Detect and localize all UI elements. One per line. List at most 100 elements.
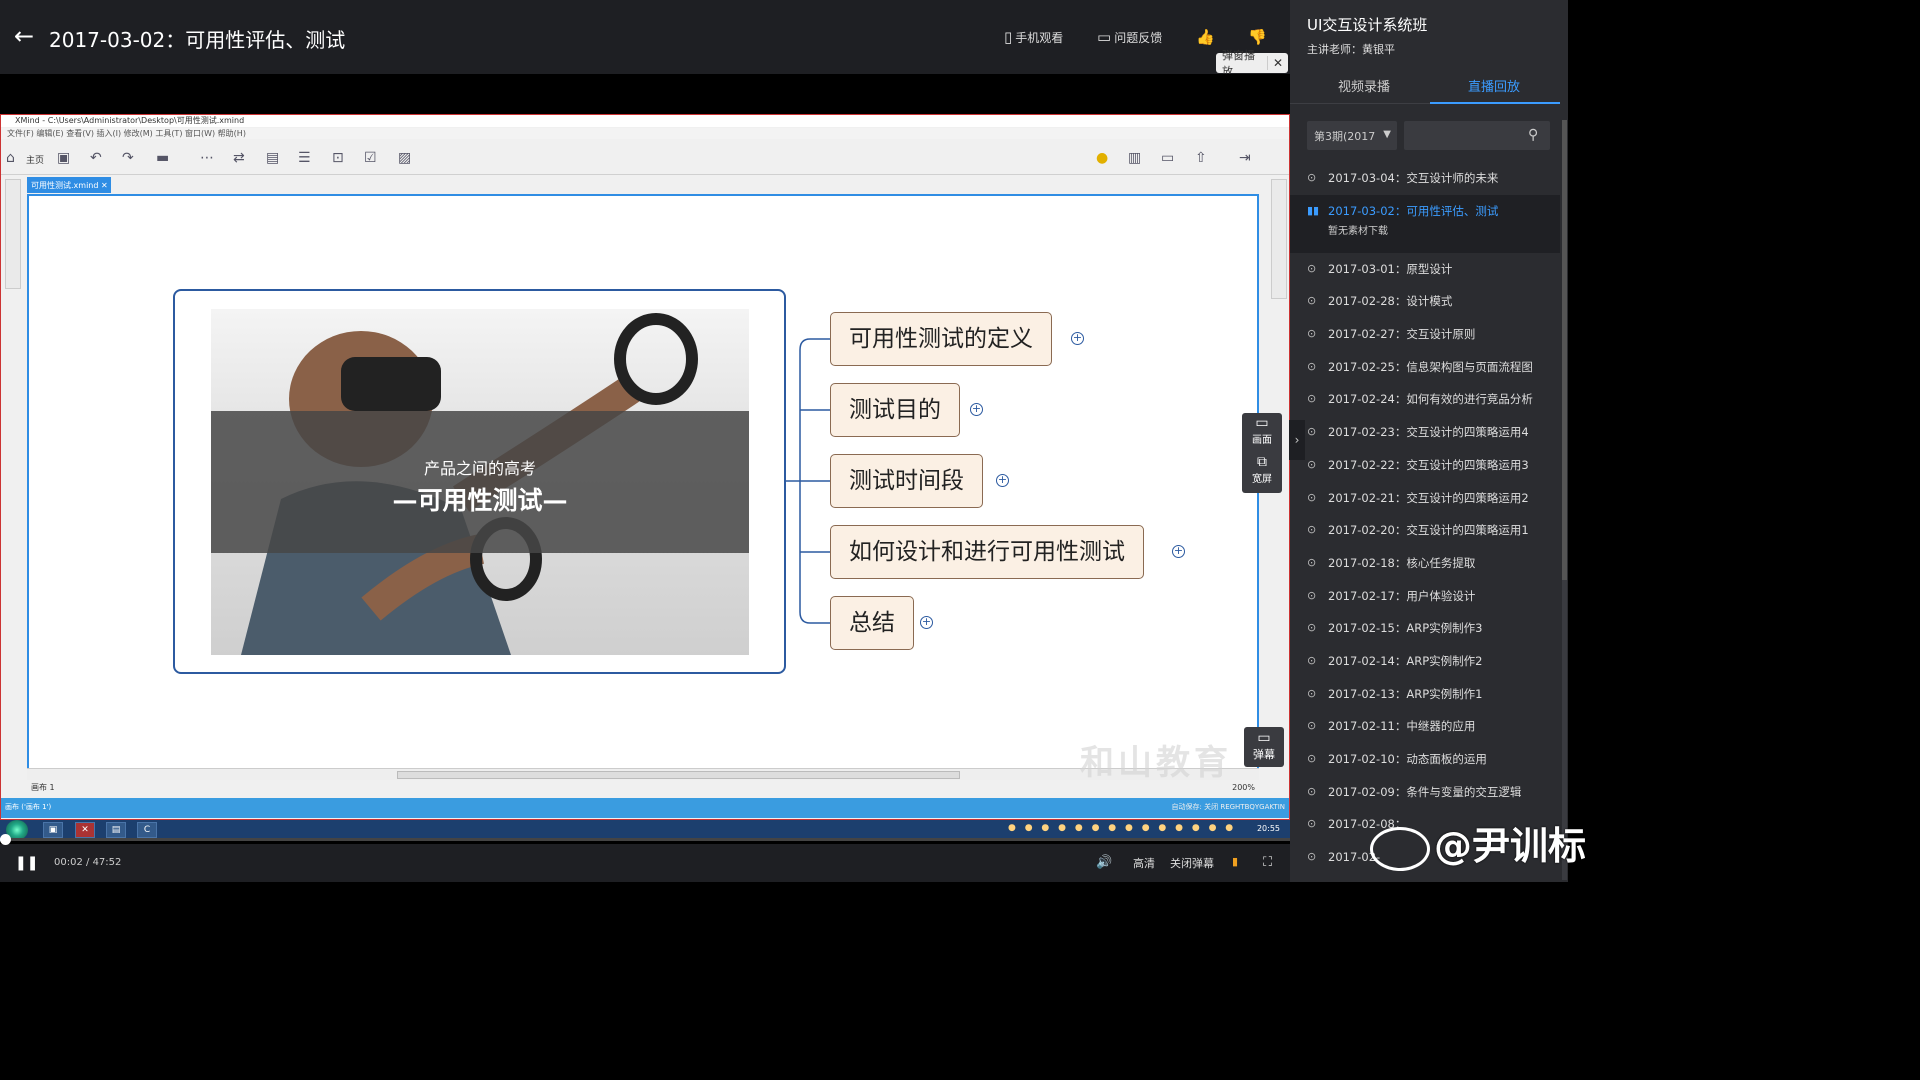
boundary-icon[interactable]: ▤ — [266, 150, 279, 166]
relationship-icon[interactable]: ⇄ — [233, 150, 245, 166]
list-item[interactable]: ⊙ 2017-02-20：交互设计的四策略运用1 — [1290, 514, 1560, 547]
list-item[interactable]: ⊙ 2017-02-27：交互设计原则 — [1290, 318, 1560, 351]
tab-live-replay[interactable]: 直播回放 — [1468, 76, 1520, 95]
home-icon[interactable]: ⌂ — [6, 150, 15, 166]
central-title: —可用性测试— — [392, 486, 568, 515]
document-tab[interactable]: 可用性测试.xmind ✕ — [27, 177, 111, 193]
play-circle-icon: ⊙ — [1307, 752, 1317, 765]
feedback-button[interactable]: ▭ 问题反馈 — [1097, 28, 1162, 46]
time-display: 00:02 / 47:52 — [54, 857, 122, 868]
play-circle-icon: ⊙ — [1307, 359, 1317, 373]
session-select[interactable]: 第3期(2017 ▼ — [1307, 121, 1397, 150]
search-icon[interactable]: ⚲ — [1528, 127, 1538, 143]
quality-button[interactable]: 高清 — [1133, 855, 1155, 871]
lesson-list: ⊙ 2017-03-04：交互设计师的未来 ▮▮ 2017-03-02：可用性评估、… — [1290, 162, 1560, 874]
save-icon[interactable]: ▣ — [57, 150, 70, 166]
taskbar-app-icon[interactable]: ▤ — [106, 822, 126, 838]
xmind-menu-bar[interactable]: 文件(F) 编辑(E) 查看(V) 插入(I) 修改(M) 工具(T) 窗口(W… — [1, 128, 1289, 139]
close-icon[interactable]: ✕ — [1266, 56, 1288, 70]
popup-play-tip[interactable]: 弹窗播放 ✕ — [1216, 49, 1288, 78]
signal-icon[interactable]: ▮ — [1232, 855, 1238, 868]
play-circle-icon: ⊙ — [1307, 523, 1317, 537]
image-icon[interactable]: ▨ — [398, 150, 411, 166]
play-circle-icon: ⊙ — [1307, 294, 1317, 308]
taskbar-app-icon[interactable]: ▣ — [43, 822, 63, 838]
view-mode-panel: ▭ 画面 ⧉ 宽屏 — [1242, 413, 1282, 493]
topic-how-to-test[interactable]: 如何设计和进行可用性测试 — [830, 525, 1144, 579]
list-item[interactable]: ⊙ 2017-02-09：条件与变量的交互逻辑 — [1290, 776, 1560, 809]
redo-icon[interactable]: ↷ — [122, 150, 134, 166]
collapse-sidebar-chevron-icon[interactable]: › — [1289, 420, 1305, 460]
list-item[interactable]: ⊙ 2017-02-21：交互设计的四策略运用2 — [1290, 482, 1560, 515]
callout-icon[interactable]: ⊡ — [332, 150, 344, 166]
list-item[interactable]: ⊙ 2017-02-14：ARP实例制作2 — [1290, 645, 1560, 678]
list-item[interactable]: ⊙ 2017-02-25：信息架构图与页面流程图 — [1290, 351, 1560, 384]
topic-summary[interactable]: 总结 — [830, 596, 914, 650]
bulb-icon[interactable]: ● — [1096, 150, 1108, 166]
sidebar-scroll-thumb[interactable] — [1562, 120, 1567, 580]
taskbar-app-icon[interactable]: C — [137, 822, 157, 838]
subtopic-icon[interactable]: ⋯ — [200, 150, 214, 166]
presentation-icon[interactable]: ▥ — [1128, 150, 1141, 166]
list-item[interactable]: ⊙ 2017-02-24：如何有效的进行竞品分析 — [1290, 383, 1560, 416]
tab-video-recordings[interactable]: 视频录播 — [1338, 76, 1390, 95]
list-item-active[interactable]: ▮▮ 2017-03-02：可用性评估、测试 暂无素材下载 — [1290, 194, 1560, 253]
expand-icon[interactable]: + — [970, 403, 983, 416]
undo-icon[interactable]: ↶ — [90, 150, 102, 166]
system-tray[interactable]: ● ● ● ● ● ● ● ● ● ● ● ● ● ● — [1008, 823, 1236, 833]
expand-icon[interactable]: + — [1172, 545, 1185, 558]
list-item[interactable]: ⊙ 2017-02-11：中继器的应用 — [1290, 710, 1560, 743]
close-danmu-button[interactable]: 关闭弹幕 — [1170, 855, 1214, 871]
summary-icon[interactable]: ☰ — [298, 150, 311, 166]
progress-knob[interactable] — [0, 834, 11, 845]
home-label[interactable]: 主页 — [26, 153, 44, 166]
xmind-toolbar: ⌂ 主页 ▣ ↶ ↷ ▬ ⋯ ⇄ ▤ ☰ ⊡ ☑ ▨ ● ▥ ▭ ⇧ ⇥ — [1, 143, 1289, 175]
dislike-button[interactable]: 👎 — [1248, 28, 1267, 46]
share-icon[interactable]: ⇧ — [1195, 150, 1207, 166]
topic-definition[interactable]: 可用性测试的定义 — [830, 312, 1052, 366]
export-icon[interactable]: ⇥ — [1239, 150, 1251, 166]
taskbar-app-icon[interactable]: ✕ — [75, 822, 95, 838]
right-rail — [1271, 179, 1287, 299]
zoom-level[interactable]: 200% — [1232, 780, 1255, 796]
list-item[interactable]: ⊙ 2017-02-23：交互设计的四策略运用4 — [1290, 416, 1560, 449]
list-item[interactable]: ⊙ 2017-03-04：交互设计师的未来 — [1290, 162, 1560, 195]
page-title: 2017-03-02：可用性评估、测试 — [49, 28, 346, 52]
list-item[interactable]: ⊙ 2017-02-13：ARP实例制作1 — [1290, 678, 1560, 711]
play-circle-icon: ⊙ — [1307, 490, 1317, 504]
play-circle-icon: ⊙ — [1307, 457, 1317, 471]
mobile-watch-button[interactable]: ▯ 手机观看 — [1004, 28, 1063, 46]
play-circle-icon: ⊙ — [1307, 392, 1317, 406]
list-item[interactable]: ⊙ 2017-02-15：ARP实例制作3 — [1290, 612, 1560, 645]
scroll-thumb[interactable] — [397, 771, 960, 779]
play-circle-icon: ⊙ — [1307, 686, 1317, 700]
teacher-name: 主讲老师：黄银平 — [1307, 43, 1395, 56]
list-item[interactable]: ⊙ 2017-02-18：核心任务提取 — [1290, 547, 1560, 580]
list-item[interactable]: ⊙ 2017-02-17：用户体验设计 — [1290, 580, 1560, 613]
danmu-button[interactable]: ▭ 弹幕 — [1244, 727, 1284, 767]
topic-time-period[interactable]: 测试时间段 — [830, 454, 983, 508]
progress-bar[interactable] — [0, 834, 1290, 845]
like-button[interactable]: 👍 — [1196, 28, 1215, 46]
widescreen-button[interactable]: ⧉ 宽屏 — [1242, 454, 1282, 494]
topic-purpose[interactable]: 测试目的 — [830, 383, 960, 437]
list-item[interactable]: ⊙ 2017-02-22：交互设计的四策略运用3 — [1290, 449, 1560, 482]
layout-icon[interactable]: ▭ — [1161, 150, 1174, 166]
clock: 20:55 — [1256, 824, 1280, 833]
list-item[interactable]: ⊙ 2017-03-01：原型设计 — [1290, 253, 1560, 286]
marker-icon[interactable]: ☑ — [364, 150, 377, 166]
screen-button[interactable]: ▭ 画面 — [1242, 415, 1282, 455]
expand-icon[interactable]: + — [1071, 332, 1084, 345]
topic-icon[interactable]: ▬ — [156, 150, 169, 166]
expand-icon[interactable]: + — [920, 616, 933, 629]
volume-icon[interactable]: 🔊 — [1096, 855, 1112, 870]
list-item[interactable]: ⊙ 2017-02-28：设计模式 — [1290, 285, 1560, 318]
sidebar-scrollbar[interactable] — [1562, 120, 1567, 880]
expand-icon[interactable]: + — [996, 474, 1009, 487]
list-item[interactable]: ⊙ 2017-02-10：动态面板的运用 — [1290, 743, 1560, 776]
back-arrow-icon[interactable]: ← — [14, 22, 40, 50]
fullscreen-icon[interactable]: ⛶ — [1263, 855, 1272, 870]
horizontal-scrollbar[interactable] — [27, 768, 1259, 780]
sheet-tab[interactable]: 画布 1 — [31, 783, 55, 792]
pause-icon[interactable]: ❚❚ — [15, 855, 38, 871]
